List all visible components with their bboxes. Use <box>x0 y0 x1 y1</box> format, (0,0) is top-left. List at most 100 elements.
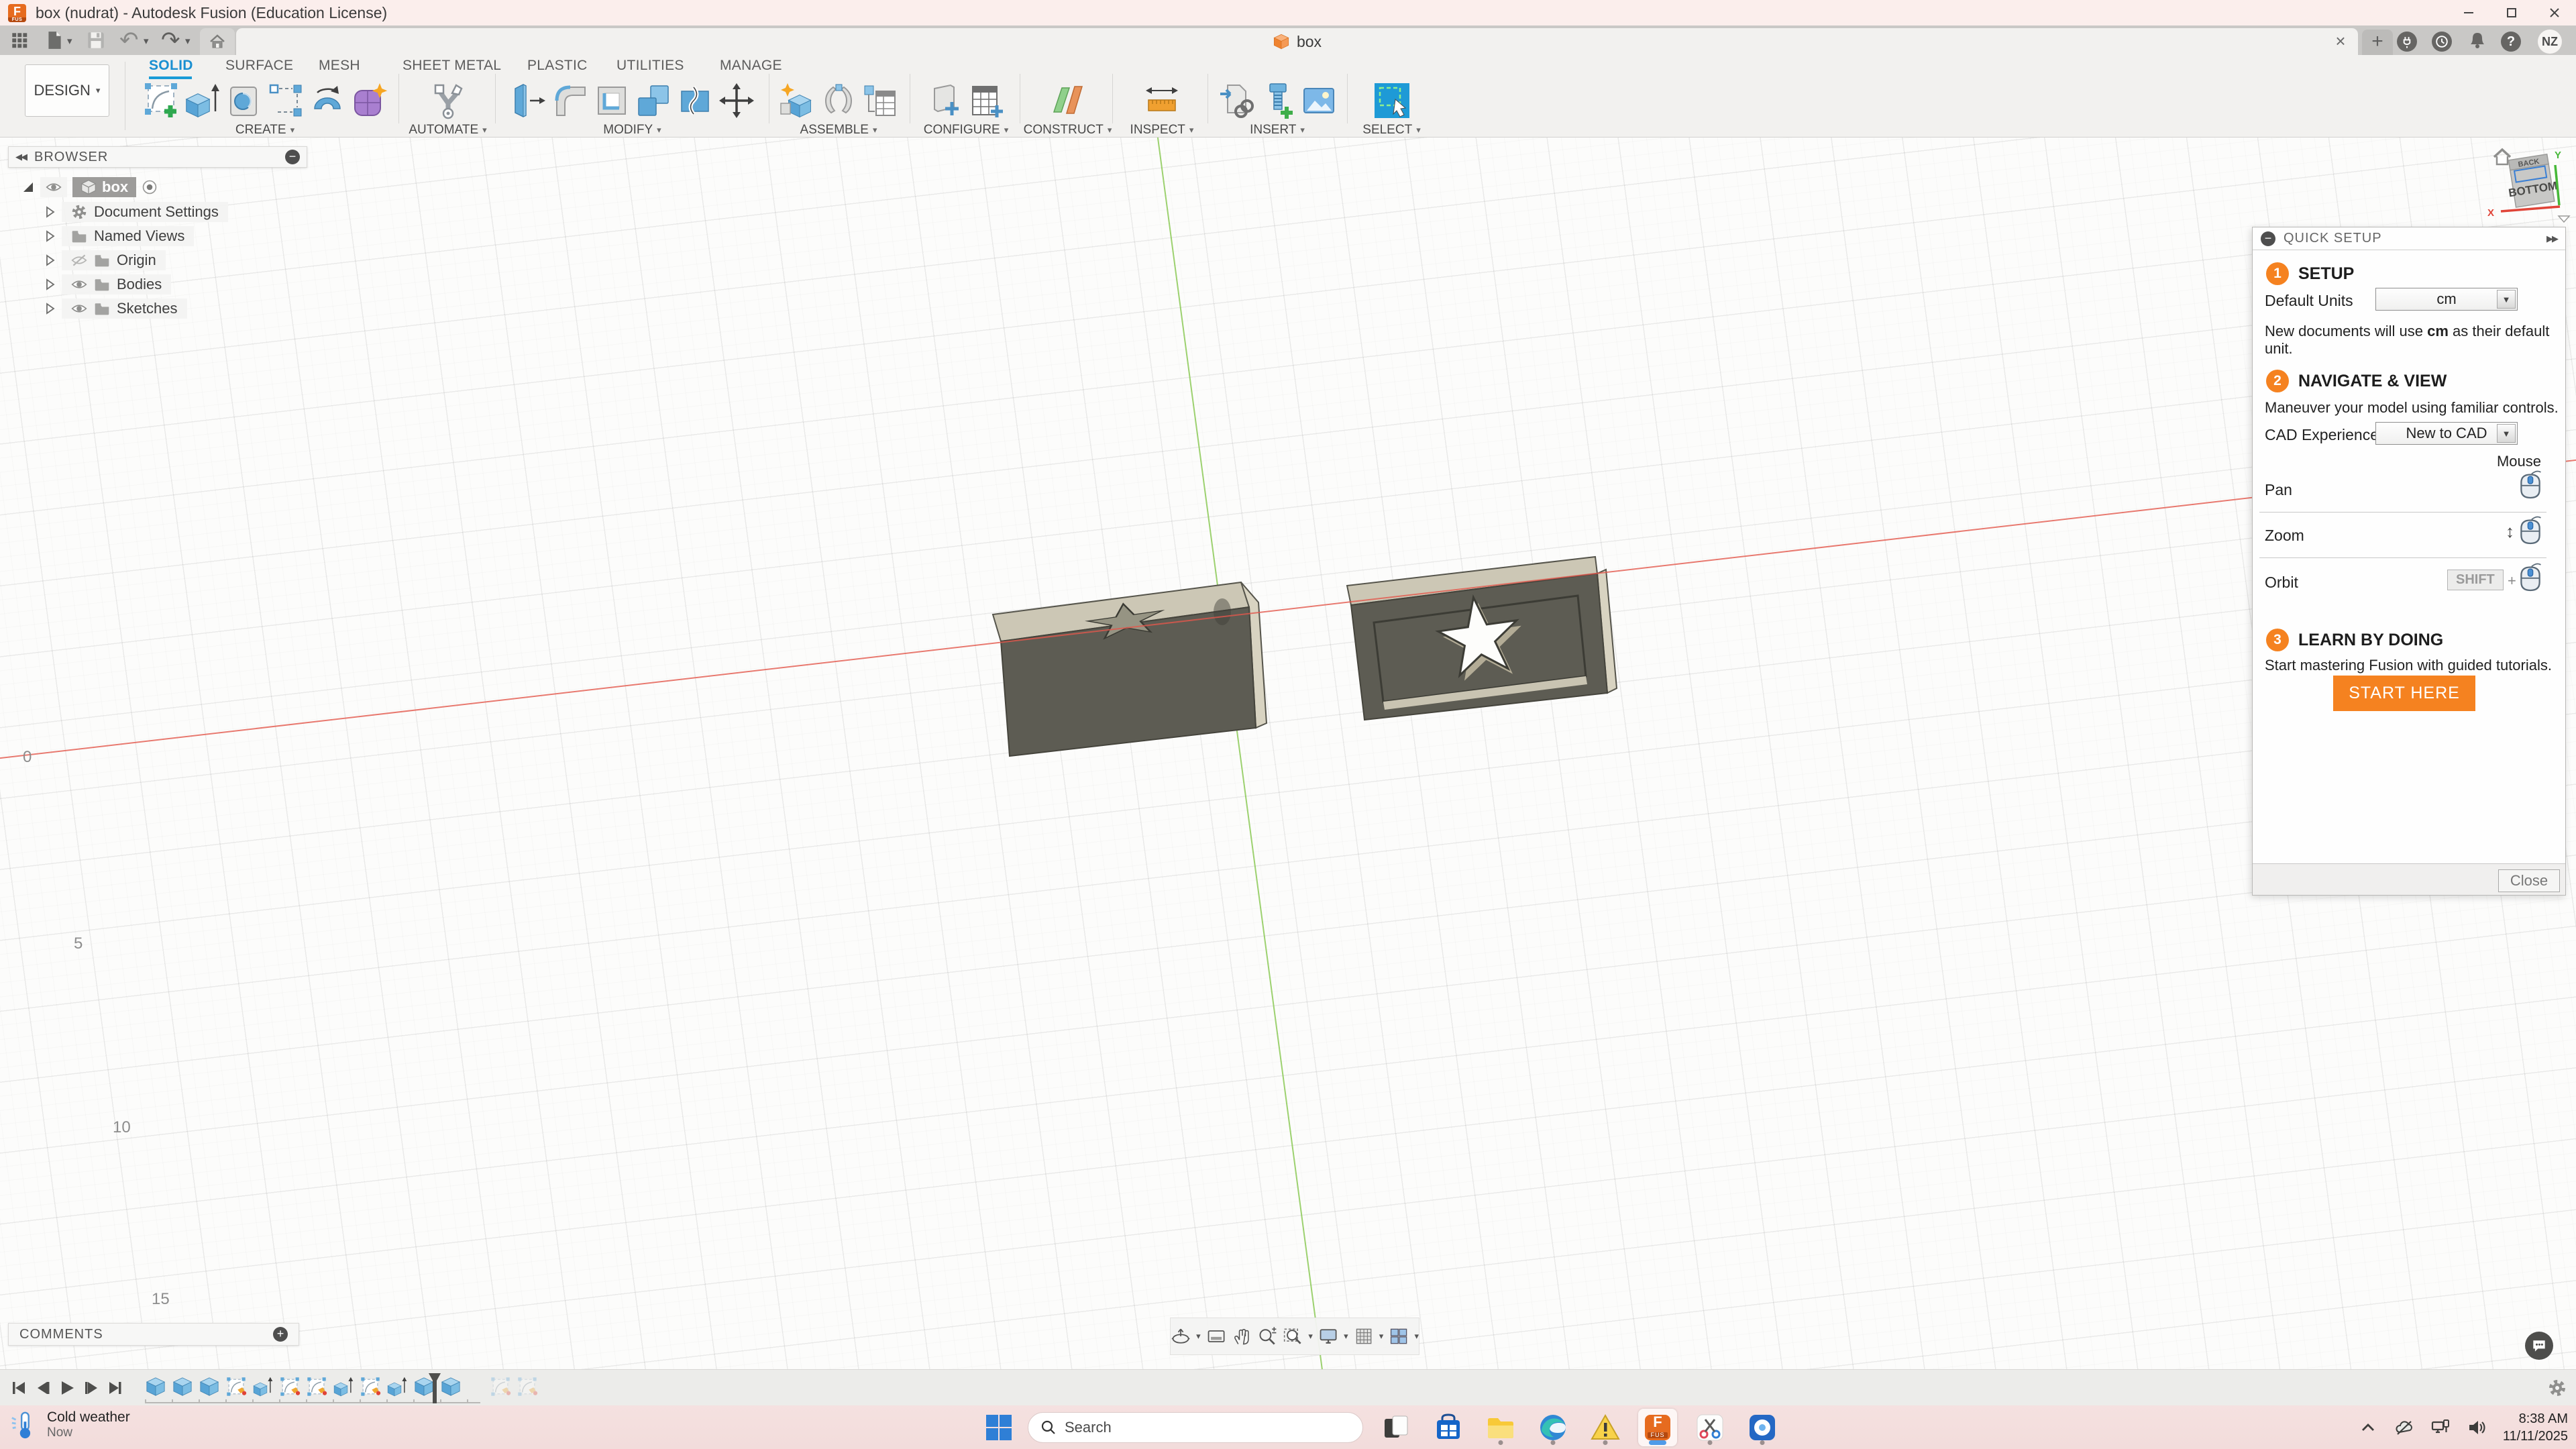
body-box-right[interactable] <box>1347 557 1617 720</box>
tree-item-root[interactable]: box <box>21 177 158 197</box>
model-bodies[interactable] <box>939 550 1677 818</box>
hole-icon[interactable] <box>225 82 263 119</box>
taskbar-weather-widget[interactable]: Cold weather Now <box>9 1409 130 1440</box>
start-button-icon[interactable] <box>983 1412 1014 1443</box>
tree-item-bodies[interactable]: Bodies <box>43 274 171 294</box>
configuration-icon[interactable] <box>926 82 964 119</box>
fillet-icon[interactable] <box>551 82 589 119</box>
warning-app-button[interactable] <box>1586 1409 1625 1446</box>
insert-fastener-icon[interactable] <box>1258 82 1296 119</box>
fusion-taskbar-button[interactable]: F FUS <box>1638 1409 1677 1446</box>
timeline-playhead[interactable] <box>428 1373 441 1403</box>
timeline-feature-sketch-rolled-back[interactable] <box>517 1376 538 1397</box>
volume-icon[interactable] <box>2467 1417 2487 1438</box>
tab-manage[interactable]: MANAGE <box>720 58 782 74</box>
save-icon[interactable] <box>86 30 106 50</box>
chevron-down-icon[interactable]: ▾ <box>1196 1331 1201 1342</box>
measure-icon[interactable] <box>1143 82 1181 119</box>
help-icon[interactable]: ? <box>2501 32 2521 52</box>
grid-settings-icon[interactable] <box>1354 1325 1374 1348</box>
construct-dropdown[interactable]: CONSTRUCT▾ <box>1024 123 1112 138</box>
configuration-table-icon[interactable] <box>968 82 1006 119</box>
view-cube[interactable]: BACK BOTTOM Y X <box>2479 141 2576 228</box>
timeline-feature-sketch-rolled-back[interactable] <box>490 1376 511 1397</box>
shell-icon[interactable] <box>593 82 631 119</box>
tab-utilities[interactable]: UTILITIES <box>616 58 684 74</box>
select-caret-icon[interactable]: ▼ <box>2497 424 2516 443</box>
timeline-feature-sketch[interactable] <box>306 1376 327 1397</box>
default-units-select[interactable]: cm ▼ <box>2375 288 2518 311</box>
photos-app-button[interactable] <box>1743 1409 1782 1446</box>
minimize-button[interactable] <box>2447 0 2490 25</box>
create-form-icon[interactable] <box>350 82 388 119</box>
network-icon[interactable] <box>2430 1417 2451 1438</box>
timeline-settings-gear-icon[interactable] <box>2548 1379 2567 1397</box>
browser-header[interactable]: ◀◀ BROWSER − <box>8 146 307 168</box>
comments-bar[interactable]: COMMENTS + <box>8 1323 299 1346</box>
tree-item-origin[interactable]: Origin <box>43 250 166 270</box>
inspect-dropdown[interactable]: INSPECT▾ <box>1130 123 1194 138</box>
timeline-feature-sketch[interactable] <box>225 1376 247 1397</box>
select-caret-icon[interactable]: ▼ <box>2497 290 2516 309</box>
insert-dropdown[interactable]: INSERT▾ <box>1250 123 1305 138</box>
display-settings-icon[interactable] <box>1318 1325 1338 1348</box>
job-status-icon[interactable] <box>2432 32 2452 52</box>
visibility-eye-icon[interactable] <box>71 276 87 292</box>
maximize-button[interactable] <box>2490 0 2533 25</box>
close-tab-icon[interactable]: × <box>2330 31 2351 52</box>
panel-minimize-icon[interactable]: − <box>2261 231 2275 246</box>
timeline-feature-box[interactable] <box>199 1376 220 1397</box>
add-comment-icon[interactable]: + <box>273 1327 288 1342</box>
pattern-icon[interactable] <box>267 82 305 119</box>
joint-icon[interactable] <box>820 82 857 119</box>
task-view-button[interactable] <box>1377 1409 1415 1446</box>
file-explorer-button[interactable] <box>1481 1409 1520 1446</box>
zoom-icon[interactable] <box>1257 1325 1277 1348</box>
viewcube-menu-caret-icon[interactable] <box>2559 216 2569 222</box>
extrude-icon[interactable] <box>184 82 221 119</box>
chevron-down-icon[interactable]: ▾ <box>185 35 191 47</box>
visibility-eye-icon[interactable] <box>46 179 62 195</box>
cad-experience-select[interactable]: New to CAD ▼ <box>2375 422 2518 445</box>
activate-radio-icon[interactable] <box>142 179 158 195</box>
expander-collapsed-icon[interactable] <box>43 278 56 291</box>
timeline-feature-box[interactable] <box>172 1376 193 1397</box>
timeline-feature-extrude[interactable] <box>386 1376 408 1397</box>
timeline-feature-box[interactable] <box>440 1376 462 1397</box>
home-tab-button[interactable] <box>200 28 235 55</box>
tree-item-document-settings[interactable]: Document Settings <box>43 202 228 222</box>
new-tab-button[interactable]: + <box>2362 30 2393 55</box>
look-at-icon[interactable] <box>1206 1325 1226 1348</box>
assemble-dropdown[interactable]: ASSEMBLE▾ <box>800 123 877 138</box>
snipping-tool-button[interactable] <box>1690 1409 1729 1446</box>
viewcube-home-icon[interactable] <box>2494 150 2510 164</box>
tab-sheet-metal[interactable]: SHEET METAL <box>402 58 501 74</box>
timeline-feature-extrude[interactable] <box>252 1376 274 1397</box>
notifications-bell-icon[interactable] <box>2467 30 2487 50</box>
close-button[interactable] <box>2533 0 2576 25</box>
document-tab[interactable]: box × <box>236 28 2358 55</box>
selected-root-row[interactable]: box <box>72 177 136 197</box>
chevron-down-icon[interactable]: ▾ <box>144 35 149 47</box>
taskbar-clock[interactable]: 8:38 AM 11/11/2025 <box>2503 1410 2568 1445</box>
expander-expanded-icon[interactable] <box>21 180 35 194</box>
configure-dropdown[interactable]: CONFIGURE▾ <box>924 123 1009 138</box>
tray-chevron-up-icon[interactable] <box>2358 1417 2378 1438</box>
zoom-window-icon[interactable] <box>1283 1325 1303 1348</box>
automate-dropdown[interactable]: AUTOMATE▾ <box>409 123 486 138</box>
extensions-icon[interactable] <box>2397 32 2417 52</box>
timeline-feature-extrude[interactable] <box>333 1376 354 1397</box>
chevron-down-icon[interactable]: ▾ <box>1414 1331 1419 1342</box>
start-here-button[interactable]: START HERE <box>2333 676 2475 711</box>
onedrive-offline-icon[interactable] <box>2394 1417 2414 1438</box>
chevron-down-icon[interactable]: ▾ <box>67 35 72 47</box>
tab-plastic[interactable]: PLASTIC <box>527 58 588 74</box>
split-body-icon[interactable] <box>676 82 714 119</box>
file-menu-icon[interactable] <box>44 30 64 50</box>
select-dropdown[interactable]: SELECT▾ <box>1362 123 1420 138</box>
dock-panel-icon[interactable]: ▶▶ <box>2546 233 2557 244</box>
move-copy-icon[interactable] <box>718 82 755 119</box>
combine-icon[interactable] <box>635 82 672 119</box>
tree-item-named-views[interactable]: Named Views <box>43 226 194 246</box>
timeline-feature-sketch[interactable] <box>279 1376 301 1397</box>
